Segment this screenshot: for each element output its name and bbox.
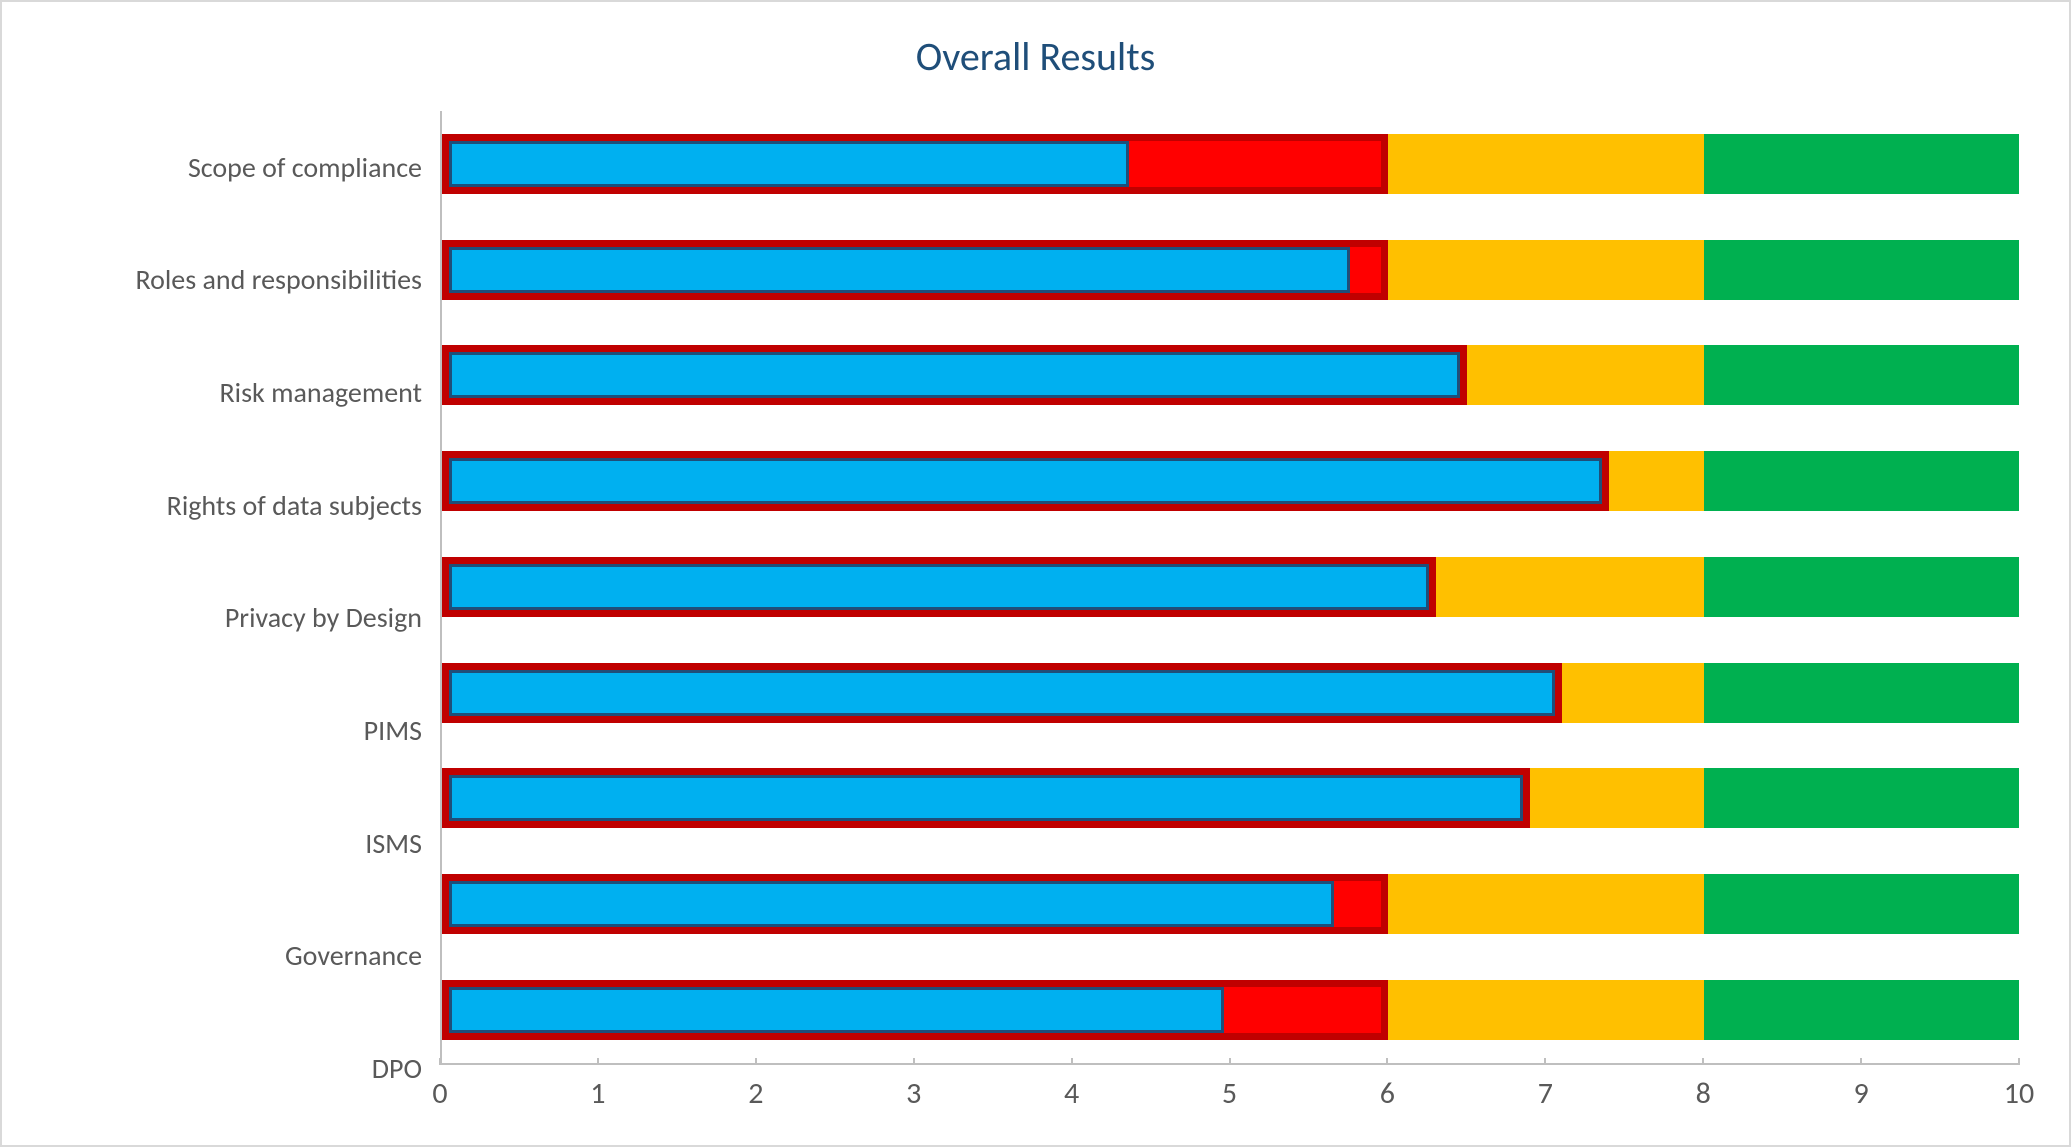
bar-row bbox=[442, 874, 2019, 934]
x-tick-mark bbox=[1702, 1058, 1704, 1065]
bar-row bbox=[442, 240, 2019, 300]
value-bar bbox=[449, 352, 1460, 398]
y-axis-label: Governance bbox=[42, 955, 422, 956]
x-tick-label: 10 bbox=[2004, 1075, 2034, 1112]
bars-container bbox=[442, 111, 2019, 1063]
x-tick-label: 8 bbox=[1696, 1075, 1711, 1112]
x-tick-mark bbox=[1229, 1058, 1231, 1065]
value-bar bbox=[449, 247, 1350, 293]
zone-green bbox=[1704, 240, 2019, 300]
value-bar bbox=[449, 881, 1334, 927]
x-tick-label: 2 bbox=[748, 1075, 763, 1112]
y-axis-label: ISMS bbox=[42, 843, 422, 844]
zone-green bbox=[1704, 663, 2019, 723]
x-tick-mark bbox=[913, 1058, 915, 1065]
bar-row bbox=[442, 345, 2019, 405]
x-tick-label: 0 bbox=[432, 1075, 447, 1112]
y-axis-label: Scope of compliance bbox=[42, 167, 422, 168]
y-axis-label: Rights of data subjects bbox=[42, 505, 422, 506]
zone-green bbox=[1704, 874, 2019, 934]
x-tick-label: 4 bbox=[1064, 1075, 1079, 1112]
zone-amber bbox=[1388, 134, 1703, 194]
zone-green bbox=[1704, 980, 2019, 1040]
y-axis-label: Risk management bbox=[42, 392, 422, 393]
y-axis-label: Privacy by Design bbox=[42, 617, 422, 618]
x-tick-label: 3 bbox=[906, 1075, 921, 1112]
bar-row bbox=[442, 980, 2019, 1040]
zone-green bbox=[1704, 451, 2019, 511]
bar-row bbox=[442, 451, 2019, 511]
x-tick-label: 5 bbox=[1222, 1075, 1237, 1112]
x-tick-mark bbox=[597, 1058, 599, 1065]
bar-row bbox=[442, 134, 2019, 194]
x-tick-label: 1 bbox=[590, 1075, 605, 1112]
bar-row bbox=[442, 557, 2019, 617]
y-axis-label: Roles and responsibilities bbox=[42, 279, 422, 280]
x-tick-mark bbox=[1386, 1058, 1388, 1065]
x-tick-mark bbox=[439, 1058, 441, 1065]
x-tick-label: 6 bbox=[1380, 1075, 1395, 1112]
bar-row bbox=[442, 663, 2019, 723]
y-axis-labels: Scope of compliance Roles and responsibil… bbox=[42, 111, 440, 1125]
chart-frame: Overall Results Scope of compliance Roles… bbox=[0, 0, 2071, 1147]
x-tick-mark bbox=[1860, 1058, 1862, 1065]
zone-green bbox=[1704, 557, 2019, 617]
x-tick-mark bbox=[755, 1058, 757, 1065]
bar-row bbox=[442, 768, 2019, 828]
plot-area bbox=[440, 111, 2019, 1065]
zone-green bbox=[1704, 768, 2019, 828]
x-tick-label: 9 bbox=[1853, 1075, 1868, 1112]
plot-zone: Scope of compliance Roles and responsibil… bbox=[32, 111, 2039, 1125]
x-tick-label: 7 bbox=[1538, 1075, 1553, 1112]
x-axis: 012345678910 bbox=[440, 1065, 2019, 1125]
zone-amber bbox=[1388, 874, 1703, 934]
value-bar bbox=[449, 141, 1129, 187]
y-axis-label: DPO bbox=[42, 1068, 422, 1069]
zone-green bbox=[1704, 134, 2019, 194]
x-tick-mark bbox=[2018, 1058, 2020, 1065]
value-bar bbox=[449, 670, 1555, 716]
zone-amber bbox=[1388, 980, 1703, 1040]
x-tick-mark bbox=[1544, 1058, 1546, 1065]
value-bar bbox=[449, 987, 1224, 1033]
zone-green bbox=[1704, 345, 2019, 405]
zone-amber bbox=[1388, 240, 1703, 300]
y-axis-label: PIMS bbox=[42, 730, 422, 731]
x-tick-mark bbox=[1071, 1058, 1073, 1065]
value-bar bbox=[449, 458, 1602, 504]
value-bar bbox=[449, 564, 1429, 610]
plot-and-axis: 012345678910 bbox=[440, 111, 2019, 1125]
value-bar bbox=[449, 775, 1523, 821]
chart-title: Overall Results bbox=[32, 32, 2039, 81]
